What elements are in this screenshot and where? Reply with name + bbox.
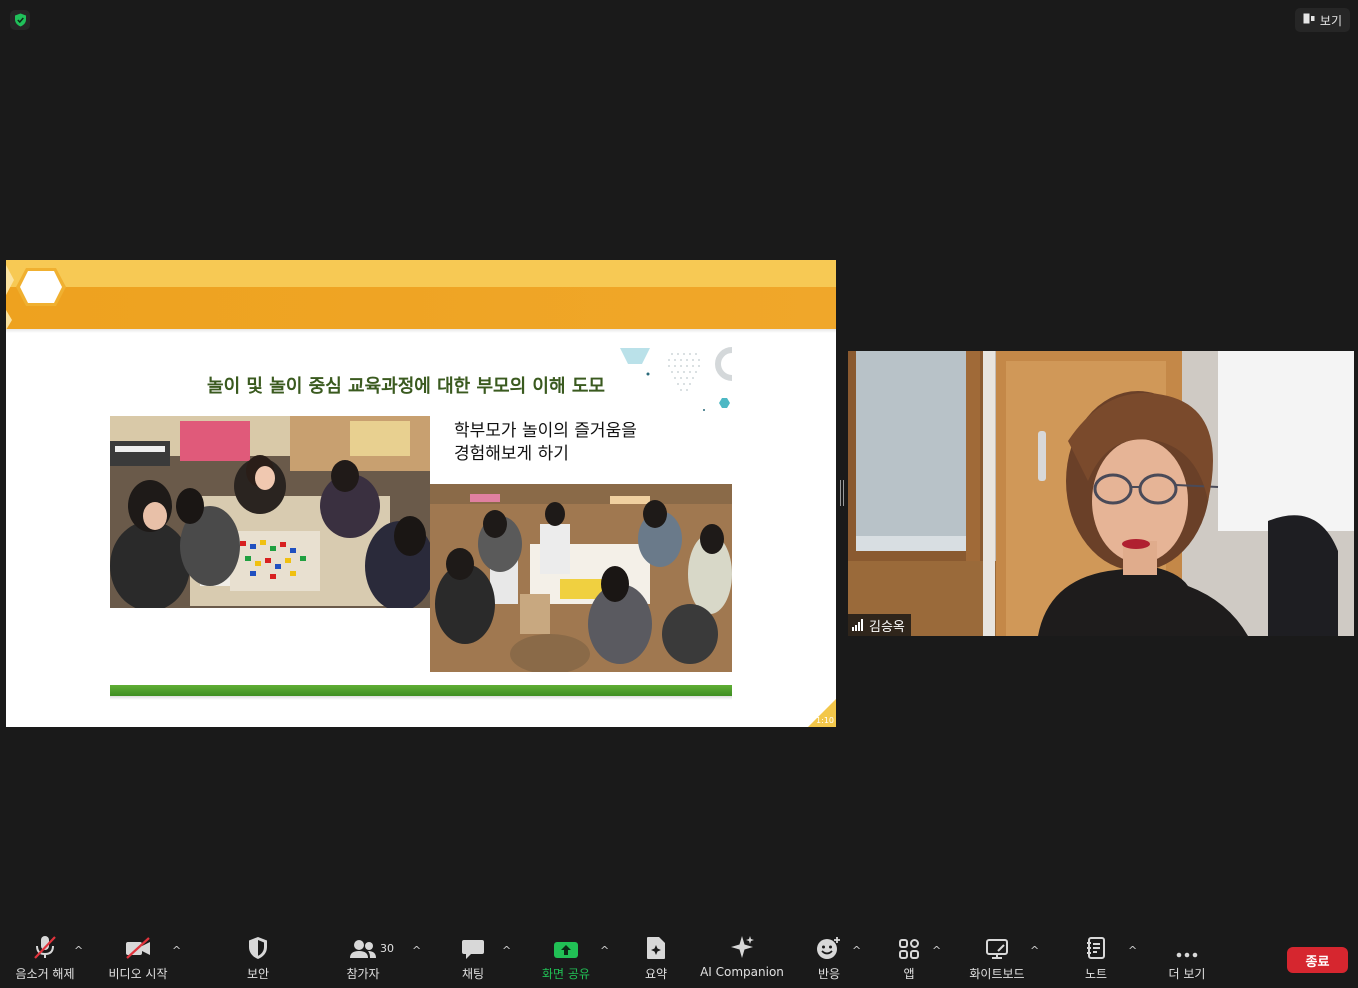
participants-icon <box>349 930 377 962</box>
meeting-toolbar: 음소거 해제 ^ 비디오 시작 ^ 보안 참가자 30 ^ 채팅 ^ 화면 공유… <box>0 930 1358 988</box>
slide-header-shadow <box>6 329 836 333</box>
participant-name-tag: 김승옥 <box>848 614 911 636</box>
dots-decoration-icon <box>620 347 733 411</box>
participant-video-image <box>848 351 1354 636</box>
slide-page-number: 1:10 <box>816 716 834 725</box>
slide-footer-green-bar <box>110 685 732 696</box>
slide-subtitle-line1: 학부모가 놀이의 즐거움을 <box>454 421 637 441</box>
shared-screen-slide: 놀이 및 놀이 중심 교육과정에 대한 부모의 이해 도모 학부모가 놀이의 즐… <box>6 260 836 727</box>
more-label: 더 보기 <box>1168 967 1206 981</box>
notes-options-chevron-icon[interactable]: ^ <box>1128 944 1137 957</box>
participant-video-tile[interactable]: 김승옥 <box>848 351 1354 636</box>
encryption-shield-icon[interactable] <box>10 10 30 30</box>
unmute-button[interactable]: 음소거 해제 <box>12 930 78 988</box>
whiteboard-label: 화이트보드 <box>969 967 1025 981</box>
whiteboard-options-chevron-icon[interactable]: ^ <box>1030 944 1039 957</box>
security-label: 보안 <box>246 967 270 981</box>
video-options-chevron-icon[interactable]: ^ <box>172 944 181 957</box>
reactions-button[interactable]: 반응 <box>812 930 846 988</box>
start-video-button[interactable]: 비디오 시작 <box>104 930 172 988</box>
participants-label: 참가자 <box>346 967 380 981</box>
share-screen-arrow-icon <box>553 930 579 962</box>
summary-label: 요약 <box>644 967 668 981</box>
whiteboard-button[interactable]: 화이트보드 <box>964 930 1030 988</box>
zoom-meeting-window: 보기 놀이 및 놀이 중심 교육과정에 대한 부모의 이해 도모 학부모가 놀이… <box>0 0 1358 988</box>
ai-companion-label: AI Companion <box>700 965 784 979</box>
view-button[interactable]: 보기 <box>1294 8 1350 32</box>
view-label: 보기 <box>1319 13 1342 28</box>
chat-options-chevron-icon[interactable]: ^ <box>502 944 511 957</box>
notes-icon <box>1086 930 1106 962</box>
slide-photo-floor-activity <box>430 484 732 672</box>
more-button[interactable]: 더 보기 <box>1164 930 1210 988</box>
share-screen-label: 화면 공유 <box>542 967 590 981</box>
hexagon-decoration-icon <box>6 265 66 330</box>
notes-label: 노트 <box>1084 967 1108 981</box>
reactions-label: 반응 <box>817 967 841 981</box>
share-options-chevron-icon[interactable]: ^ <box>600 944 609 957</box>
participants-options-chevron-icon[interactable]: ^ <box>412 944 421 957</box>
summary-button[interactable]: 요약 <box>640 930 672 988</box>
start-video-label: 비디오 시작 <box>108 967 168 981</box>
notes-button[interactable]: 노트 <box>1080 930 1112 988</box>
smiley-plus-icon <box>816 930 842 962</box>
reactions-options-chevron-icon[interactable]: ^ <box>852 944 861 957</box>
slide-photo-lego-activity <box>110 416 430 608</box>
security-shield-icon <box>247 930 269 962</box>
slide-footer-shadow <box>110 696 732 700</box>
chat-label: 채팅 <box>461 967 485 981</box>
summary-document-icon <box>645 930 667 962</box>
view-layout-icon <box>1303 13 1315 27</box>
security-button[interactable]: 보안 <box>238 930 278 988</box>
slide-header-band <box>6 287 836 329</box>
chat-bubble-icon <box>461 930 485 962</box>
share-screen-button[interactable]: 화면 공유 <box>538 930 594 988</box>
participants-count: 30 <box>380 942 394 955</box>
unmute-label: 음소거 해제 <box>15 967 75 981</box>
video-off-icon <box>124 930 152 962</box>
slide-subtitle: 학부모가 놀이의 즐거움을 경험해보게 하기 <box>454 420 714 466</box>
slide-subtitle-line2: 경험해보게 하기 <box>454 444 569 464</box>
apps-grid-icon <box>898 930 920 962</box>
apps-button[interactable]: 앱 <box>896 930 922 988</box>
splitter-handle[interactable] <box>840 480 844 506</box>
slide-header-band-light <box>6 260 836 287</box>
apps-label: 앱 <box>903 967 915 981</box>
participant-name: 김승옥 <box>869 619 905 635</box>
participants-button[interactable]: 참가자 <box>340 930 386 988</box>
audio-options-chevron-icon[interactable]: ^ <box>74 944 83 957</box>
end-meeting-button[interactable]: 종료 <box>1287 947 1348 973</box>
chat-button[interactable]: 채팅 <box>456 930 490 988</box>
more-dots-icon <box>1175 930 1199 962</box>
ai-sparkle-icon <box>729 930 755 962</box>
muted-microphone-icon <box>32 930 58 962</box>
ai-companion-button[interactable]: AI Companion <box>700 930 784 988</box>
whiteboard-icon <box>985 930 1009 962</box>
signal-strength-icon <box>852 619 863 631</box>
apps-options-chevron-icon[interactable]: ^ <box>932 944 941 957</box>
